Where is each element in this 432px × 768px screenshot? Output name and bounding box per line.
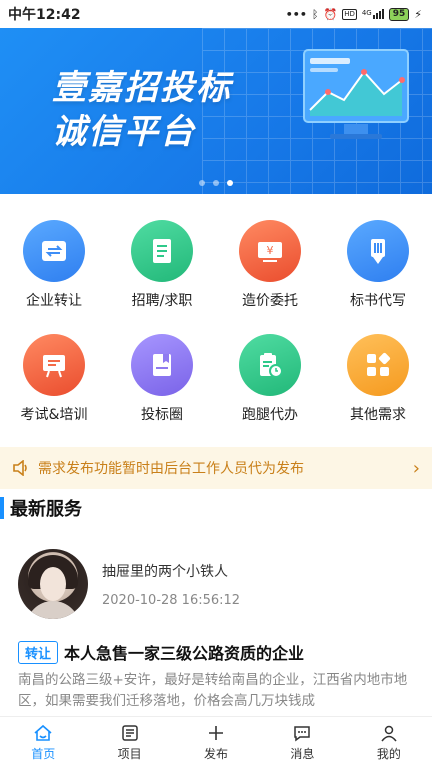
bluetooth-icon: ᛒ <box>311 7 319 21</box>
promo-banner[interactable]: 壹嘉招投标 诚信平台 <box>0 28 432 194</box>
tab-projects[interactable]: 项目 <box>86 717 172 768</box>
service-item-errand[interactable]: 跑腿代办 <box>216 330 324 440</box>
section-header: 最新服务 <box>0 494 82 522</box>
alarm-icon: ⏰ <box>323 7 338 21</box>
pen-icon <box>347 220 409 282</box>
status-bar: 中午12:42 ••• ᛒ ⏰ HD 4G 95 ⚡ <box>0 0 432 28</box>
tab-label: 首页 <box>31 746 56 761</box>
section-accent-bar <box>0 497 4 519</box>
section-title: 最新服务 <box>10 499 82 520</box>
transfer-icon <box>23 220 85 282</box>
monitor-chart-illustration <box>303 49 409 139</box>
service-item-exam-training[interactable]: 考试&培训 <box>0 330 108 440</box>
service-item-bid-circle[interactable]: 投标圈 <box>108 330 216 440</box>
post-title: 本人急售一家三级公路资质的企业 <box>64 644 305 663</box>
grid-icon <box>347 334 409 396</box>
tab-label: 我的 <box>376 746 401 761</box>
board-icon <box>23 334 85 396</box>
more-dots-icon: ••• <box>285 7 307 21</box>
battery-icon: 95 <box>388 7 410 21</box>
post-time: 2020-10-28 16:56:12 <box>102 592 241 608</box>
network-type: 4G <box>361 9 372 17</box>
bottom-tab-bar: 首页 项目 发布 消息 我的 <box>0 716 432 768</box>
service-item-enterprise-transfer[interactable]: 企业转让 <box>0 216 108 326</box>
chat-icon <box>294 725 311 741</box>
post-title-row[interactable]: 转让 本人急售一家三级公路资质的企业 <box>18 640 304 664</box>
banner-dot-active[interactable] <box>227 180 233 186</box>
service-label: 招聘/求职 <box>131 293 193 309</box>
notice-text: 需求发布功能暂时由后台工作人员代为发布 <box>38 461 304 477</box>
document-icon <box>131 220 193 282</box>
post-body[interactable]: 南昌的公路三级+安许，最好是转给南昌的企业，江西省内地市地区，如果需要我们迁移落… <box>18 670 416 712</box>
service-label: 考试&培训 <box>20 407 88 423</box>
plus-icon <box>209 725 224 740</box>
banner-title-line1: 壹嘉招投标 <box>52 68 232 108</box>
banner-dot[interactable] <box>199 180 205 186</box>
post-tag: 转让 <box>18 640 59 664</box>
banner-dot[interactable] <box>213 180 219 186</box>
clipboard-clock-icon <box>239 334 301 396</box>
speaker-icon <box>13 460 27 476</box>
notice-bar[interactable]: 需求发布功能暂时由后台工作人员代为发布 › <box>0 447 432 489</box>
charging-icon: ⚡ <box>414 7 422 21</box>
post-author[interactable]: 抽屉里的两个小铁人 2020-10-28 16:56:12 <box>18 546 418 622</box>
list-icon <box>121 724 138 741</box>
status-icons: ••• ᛒ ⏰ HD 4G 95 ⚡ <box>285 7 422 21</box>
money-icon: ¥ <box>239 220 301 282</box>
bookmark-icon <box>131 334 193 396</box>
author-info: 抽屉里的两个小铁人 2020-10-28 16:56:12 <box>102 561 240 608</box>
service-item-recruitment[interactable]: 招聘/求职 <box>108 216 216 326</box>
tab-publish[interactable]: 发布 <box>173 717 259 768</box>
author-name: 抽屉里的两个小铁人 <box>102 563 228 580</box>
status-time: 中午12:42 <box>8 7 81 23</box>
home-icon <box>34 724 52 741</box>
tab-home[interactable]: 首页 <box>0 717 86 768</box>
service-grid: 企业转让 招聘/求职 ¥ 造价委托 标书代写 考试&培训 投标圈 跑腿代办 其他… <box>0 216 432 436</box>
hd-icon: HD <box>342 8 357 20</box>
service-label: 企业转让 <box>26 293 82 309</box>
tab-messages[interactable]: 消息 <box>259 717 345 768</box>
service-label: 标书代写 <box>350 293 406 309</box>
chevron-right-icon: › <box>412 457 420 479</box>
signal-icon: 4G <box>362 9 384 19</box>
svg-text:¥: ¥ <box>267 244 274 257</box>
tab-label: 消息 <box>290 746 315 761</box>
tab-label: 发布 <box>204 746 229 761</box>
tab-label: 项目 <box>117 746 142 761</box>
service-label: 其他需求 <box>350 407 406 423</box>
service-item-cost-commission[interactable]: ¥ 造价委托 <box>216 216 324 326</box>
user-icon <box>381 725 397 741</box>
banner-pagination <box>0 180 432 186</box>
service-label: 造价委托 <box>242 293 298 309</box>
service-item-other[interactable]: 其他需求 <box>324 330 432 440</box>
avatar <box>18 549 88 619</box>
service-label: 跑腿代办 <box>242 407 298 423</box>
service-item-bid-writing[interactable]: 标书代写 <box>324 216 432 326</box>
banner-title-line2: 诚信平台 <box>52 112 196 152</box>
service-label: 投标圈 <box>141 407 183 423</box>
tab-profile[interactable]: 我的 <box>346 717 432 768</box>
